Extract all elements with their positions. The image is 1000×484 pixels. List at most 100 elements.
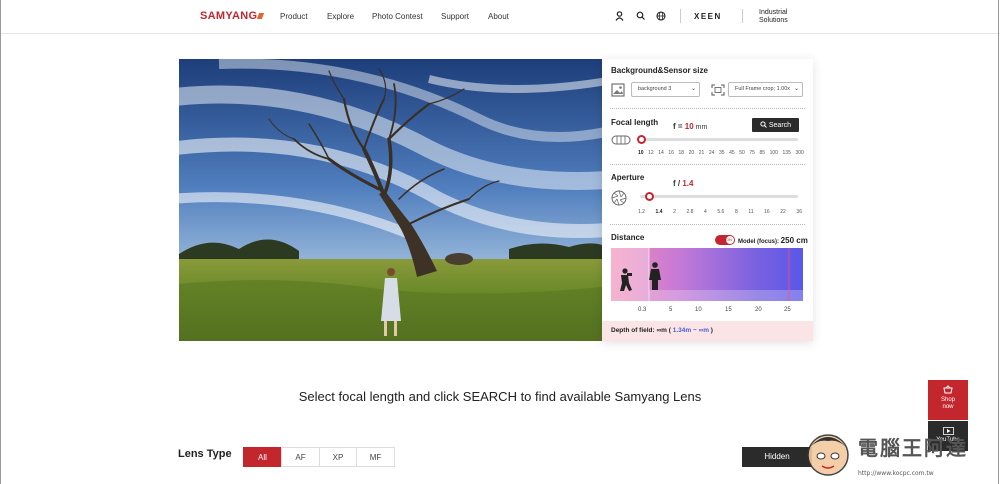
distance-tick: 25 xyxy=(784,307,791,313)
header-divider xyxy=(680,9,681,23)
slider-tick: 45 xyxy=(729,150,735,156)
page: SAMYANG Product Explore Photo Contest Su… xyxy=(0,0,1000,484)
slider-tick: 135 xyxy=(782,150,791,156)
user-icon[interactable] xyxy=(615,11,624,21)
background-photo xyxy=(179,59,602,341)
aperture-prefix: f / xyxy=(673,179,683,188)
nav-photo-contest[interactable]: Photo Contest xyxy=(372,12,423,21)
logo-mark-icon xyxy=(257,13,265,19)
distance-tick: 20 xyxy=(755,307,762,313)
search-button[interactable]: Search xyxy=(752,118,799,132)
focal-number: 10 xyxy=(684,122,694,131)
distance-visualizer[interactable] xyxy=(611,248,803,301)
sensor-select[interactable]: Full Frame crop; 1.00x ⌄ xyxy=(728,82,803,97)
slider-tick: 5.6 xyxy=(717,209,725,215)
slider-tick: 16 xyxy=(668,150,674,156)
aperture-value: f / 1.4 xyxy=(673,179,693,188)
nav-about[interactable]: About xyxy=(488,12,509,21)
slider-tick: 1.2 xyxy=(638,209,645,215)
dof-paren: ) xyxy=(708,327,713,334)
search-icon xyxy=(760,121,767,128)
slider-tick: 20 xyxy=(688,150,695,156)
distance-tick: 10 xyxy=(695,307,702,313)
background-select-value: background 3 xyxy=(638,86,672,92)
slider-tick: 14 xyxy=(658,150,664,156)
xeen-link[interactable]: XEEN xyxy=(694,12,722,21)
model-focus-value: 250 cm xyxy=(780,236,808,245)
slider-tick: 1.4 xyxy=(655,209,663,215)
slider-tick: 300 xyxy=(795,150,804,156)
slider-tick: 12 xyxy=(648,150,654,156)
chevron-down-icon: ⌄ xyxy=(690,86,696,92)
slider-tick: 2 xyxy=(673,209,676,215)
samyang-logo[interactable]: SAMYANG xyxy=(200,10,265,22)
dof-dash: ~ xyxy=(691,327,699,334)
aperture-number: 1.4 xyxy=(682,179,694,188)
dof-value: ∞m xyxy=(656,327,667,334)
instruction-text: Select focal length and click SEARCH to … xyxy=(298,389,702,404)
panel-divider xyxy=(610,108,805,109)
nav-support[interactable]: Support xyxy=(441,12,469,21)
aperture-ticks: 1.2 1.4 2 2.8 4 5.6 8 11 16 22 36 xyxy=(638,209,802,215)
model-toggle[interactable] xyxy=(715,235,735,245)
panel-divider xyxy=(610,224,805,225)
dof-near: 1.34m xyxy=(672,327,692,334)
aperture-title: Aperture xyxy=(611,173,645,182)
search-icon[interactable] xyxy=(636,11,645,21)
lens-tab-mf[interactable]: MF xyxy=(356,447,395,467)
nav-product[interactable]: Product xyxy=(280,12,308,21)
lens-tab-xp[interactable]: XP xyxy=(319,447,357,467)
background-sensor-title: Background&Sensor size xyxy=(611,66,708,75)
slider-tick: 35 xyxy=(719,150,725,156)
hidden-dropdown-label: Hidden xyxy=(764,452,790,461)
slider-tick: 100 xyxy=(769,150,778,156)
distance-title: Distance xyxy=(611,233,645,242)
depth-of-field-text: Depth of field: ∞m ( 1.34m ~ ∞m ) xyxy=(611,327,713,334)
focal-length-slider[interactable] xyxy=(640,138,798,141)
panel-divider xyxy=(610,164,805,165)
slider-tick: 8 xyxy=(734,209,738,215)
watermark-text: 電腦王阿達 xyxy=(858,436,968,460)
slider-tick: 10 xyxy=(638,150,644,156)
slider-tick: 4 xyxy=(704,209,707,215)
focal-prefix: f = xyxy=(673,122,685,131)
crop-icon xyxy=(711,84,725,96)
shop-label: Shop xyxy=(940,397,955,403)
slider-tick: 2.8 xyxy=(686,209,694,215)
distance-tick: 0.3 xyxy=(638,307,647,313)
now-label: now xyxy=(942,404,954,410)
background-select[interactable]: background 3 ⌄ xyxy=(631,82,700,97)
lens-tab-af[interactable]: AF xyxy=(281,447,320,467)
model-focus-label: Model (focus): 250 cm xyxy=(738,236,808,245)
chevron-down-icon: ⌄ xyxy=(793,86,799,92)
aperture-slider[interactable] xyxy=(640,195,798,198)
industrial-solutions-link[interactable]: Industrial Solutions xyxy=(759,9,788,25)
model-focus-text: Model (focus): xyxy=(738,239,781,245)
focal-length-ticks: 10 12 14 16 18 20 21 24 35 45 50 75 85 100 135 300 xyxy=(638,150,804,156)
lens-tab-all[interactable]: All xyxy=(243,447,282,467)
focal-length-slider-handle[interactable] xyxy=(637,135,646,144)
slider-tick: 16 xyxy=(764,209,770,215)
site-header: SAMYANG Product Explore Photo Contest Su… xyxy=(0,0,1000,34)
slider-tick: 18 xyxy=(678,150,685,156)
focal-length-title: Focal length xyxy=(611,118,659,127)
distance-tick: 15 xyxy=(725,307,732,313)
slider-tick: 75 xyxy=(749,150,755,156)
header-divider xyxy=(742,9,743,23)
slider-tick: 11 xyxy=(748,209,754,215)
slider-tick: 24 xyxy=(708,150,715,156)
industrial-line: Industrial xyxy=(759,9,788,16)
globe-icon[interactable] xyxy=(656,11,666,21)
nav-explore[interactable]: Explore xyxy=(327,12,354,21)
aperture-slider-handle[interactable] xyxy=(644,192,654,201)
slider-tick: 21 xyxy=(698,150,705,156)
solutions-line: Solutions xyxy=(759,17,788,24)
shop-now-button[interactable]: Shop now xyxy=(928,380,968,420)
lens-type-title: Lens Type xyxy=(178,448,232,460)
basket-icon xyxy=(943,385,953,394)
toggle-label: ON xyxy=(726,237,732,242)
slider-tick: 50 xyxy=(739,150,745,156)
sensor-select-value: Full Frame crop; 1.00x xyxy=(735,86,791,92)
distance-tick: 5 xyxy=(669,307,673,313)
focal-length-value: f = 10 mm xyxy=(673,122,707,131)
